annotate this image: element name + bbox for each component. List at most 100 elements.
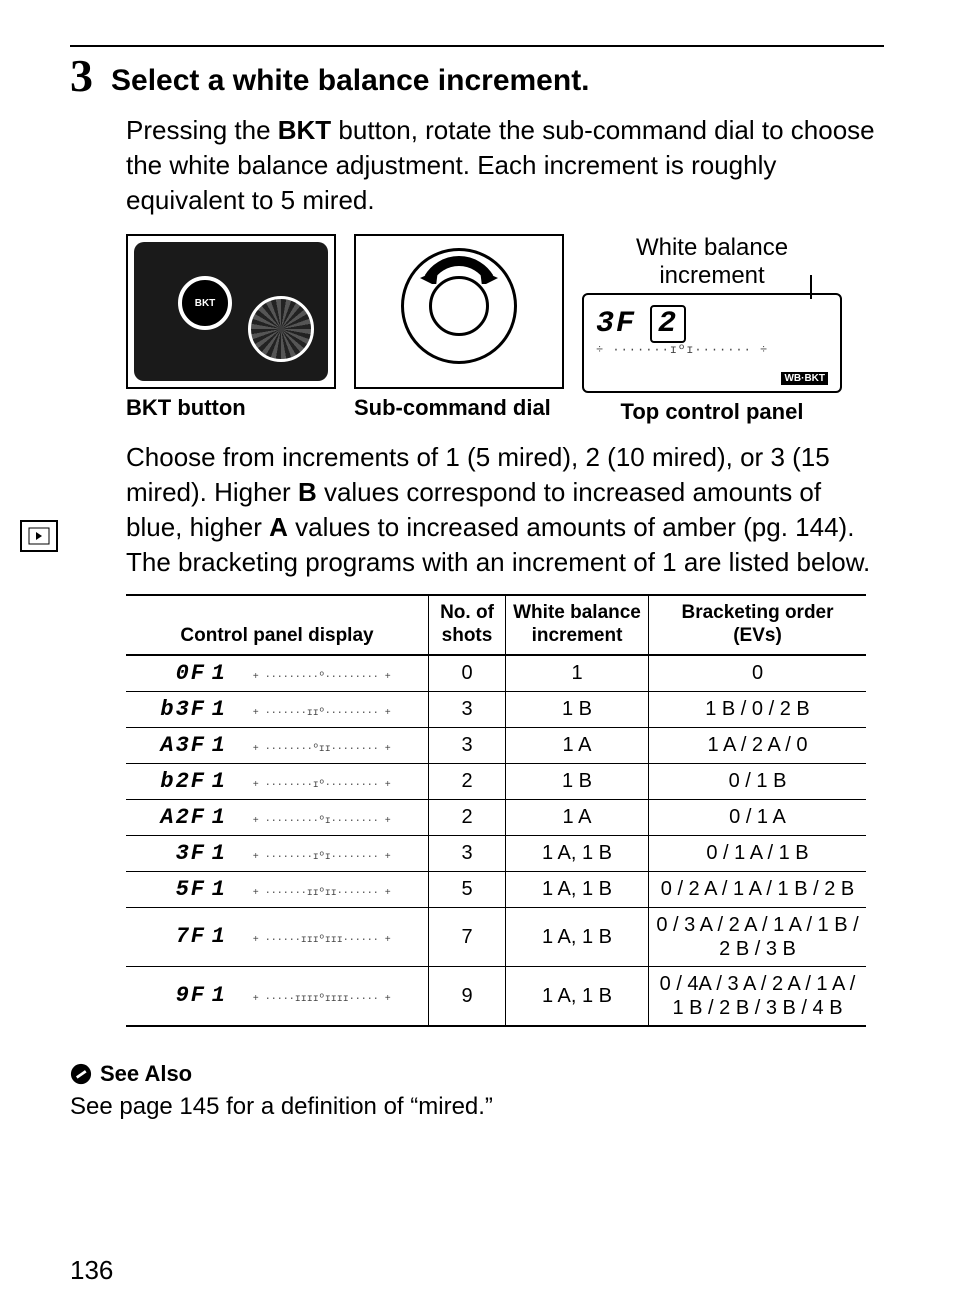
top-panel-caption: Top control panel bbox=[582, 399, 842, 425]
cell-order: 0 / 1 B bbox=[649, 763, 867, 799]
subcommand-image bbox=[354, 234, 564, 389]
th-order: Bracketing order (EVs) bbox=[649, 595, 867, 655]
cell-order: 0 / 1 A / 1 B bbox=[649, 835, 867, 871]
th-control-panel: Control panel display bbox=[126, 595, 429, 655]
table-row: 5F 1 + ·······ɪɪºɪɪ······· + 51 A, 1 B0 / … bbox=[126, 871, 866, 907]
bkt-image bbox=[126, 234, 336, 389]
paragraph-1: Pressing the BKT button, rotate the sub-… bbox=[126, 113, 884, 218]
th-shots: No. of shots bbox=[429, 595, 506, 655]
see-also-title: See Also bbox=[100, 1061, 192, 1087]
table-row: 0F 1+ ·········º········· +010 bbox=[126, 655, 866, 692]
paragraph-2: Choose from increments of 1 (5 mired), 2… bbox=[126, 440, 884, 580]
display-code: 7F bbox=[136, 924, 206, 949]
cell-wb: 1 A, 1 B bbox=[506, 871, 649, 907]
cell-order: 0 / 1 A bbox=[649, 799, 867, 835]
lcd-main: 3F bbox=[596, 307, 636, 341]
see-also: See Also See page 145 for a definition o… bbox=[70, 1061, 884, 1122]
table-row: 7F 1+ ······ɪɪɪºɪɪɪ······ +71 A, 1 B0 / … bbox=[126, 907, 866, 966]
page-number: 136 bbox=[70, 1255, 113, 1286]
pencil-icon bbox=[70, 1063, 92, 1085]
display-code: A2F bbox=[136, 805, 206, 830]
th-wb-increment: White balance increment bbox=[506, 595, 649, 655]
cell-order: 0 / 4A / 3 A / 2 A / 1 A / 1 B / 2 B / 3… bbox=[649, 966, 867, 1026]
bkt-button-icon bbox=[178, 276, 232, 330]
cell-shots: 2 bbox=[429, 763, 506, 799]
table-row: 3F 1 + ········ɪºɪ········ + 31 A, 1 B0 / … bbox=[126, 835, 866, 871]
wb-bkt-tag: WB·BKT bbox=[781, 372, 828, 385]
p2d: A bbox=[269, 512, 288, 542]
display-code: b3F bbox=[136, 697, 206, 722]
step-number: 3 bbox=[70, 53, 93, 99]
cell-wb: 1 A bbox=[506, 799, 649, 835]
display-scale: + ······ɪɪɪºɪɪɪ······ + bbox=[237, 935, 407, 946]
cell-shots: 3 bbox=[429, 691, 506, 727]
display-code: 0F bbox=[136, 661, 206, 686]
figure-lcd: White balance increment 3F 2 ÷ ·······ɪº… bbox=[582, 234, 842, 426]
display-scale: + ·········ºɪ········ + bbox=[237, 816, 407, 827]
display-inc: 1 bbox=[212, 983, 227, 1008]
display-code: 5F bbox=[136, 877, 206, 902]
cell-wb: 1 B bbox=[506, 763, 649, 799]
p2b: B bbox=[298, 477, 317, 507]
cell-wb: 1 A bbox=[506, 727, 649, 763]
rotate-arrow-icon bbox=[414, 240, 504, 284]
margin-icon bbox=[20, 520, 58, 552]
cell-wb: 1 B bbox=[506, 691, 649, 727]
table-row: A2F 1 + ·········ºɪ········ + 21 A0 / 1 A bbox=[126, 799, 866, 835]
table-row: b3F 1 + ·······ɪɪº········· + 31 B1 B / 0 … bbox=[126, 691, 866, 727]
lcd-panel: 3F 2 ÷ ·······ɪºɪ······· ÷ WB·BKT bbox=[582, 293, 842, 393]
display-scale: + ·······ɪɪºɪɪ······· + bbox=[237, 888, 407, 899]
para1-pre: Pressing the bbox=[126, 115, 278, 145]
display-code: 3F bbox=[136, 841, 206, 866]
display-inc: 1 bbox=[212, 733, 227, 758]
cell-shots: 7 bbox=[429, 907, 506, 966]
cell-order: 0 / 2 A / 1 A / 1 B / 2 B bbox=[649, 871, 867, 907]
cell-shots: 0 bbox=[429, 655, 506, 692]
display-scale: + ········ºɪɪ········ + bbox=[237, 744, 407, 755]
display-scale: + ·······ɪɪº········· + bbox=[237, 708, 407, 719]
top-rule bbox=[70, 45, 884, 47]
lcd-scale: ÷ ·······ɪºɪ······· ÷ bbox=[596, 343, 828, 357]
cell-order: 0 / 3 A / 2 A / 1 A / 1 B / 2 B / 3 B bbox=[649, 907, 867, 966]
display-scale: + ········ɪº········· + bbox=[237, 780, 407, 791]
cell-shots: 5 bbox=[429, 871, 506, 907]
table-row: 9F 1 + ·····ɪɪɪɪºɪɪɪɪ····· + 91 A, 1 B0 / … bbox=[126, 966, 866, 1026]
display-scale: + ·····ɪɪɪɪºɪɪɪɪ····· + bbox=[237, 994, 407, 1005]
display-inc: 1 bbox=[212, 877, 227, 902]
mode-dial-icon bbox=[248, 296, 314, 362]
figure-row: BKT button Sub-command dial White balanc… bbox=[126, 234, 884, 426]
display-code: b2F bbox=[136, 769, 206, 794]
lcd-wrap: 3F 2 ÷ ·······ɪºɪ······· ÷ WB·BKT bbox=[582, 293, 842, 393]
lcd-increment-box: 2 bbox=[650, 305, 686, 343]
display-inc: 1 bbox=[212, 769, 227, 794]
cell-shots: 3 bbox=[429, 835, 506, 871]
display-code: 9F bbox=[136, 983, 206, 1008]
cell-wb: 1 A, 1 B bbox=[506, 835, 649, 871]
display-scale: + ·········º········· + bbox=[237, 672, 407, 683]
display-scale: + ········ɪºɪ········ + bbox=[237, 852, 407, 863]
table-row: b2F 1 + ········ɪº········· + 21 B0 / 1 B bbox=[126, 763, 866, 799]
display-inc: 1 bbox=[212, 841, 227, 866]
cell-order: 1 B / 0 / 2 B bbox=[649, 691, 867, 727]
page: 3 Select a white balance increment. Pres… bbox=[0, 0, 954, 1314]
step-title: Select a white balance increment. bbox=[111, 63, 590, 99]
bracketing-table: Control panel display No. of shots White… bbox=[126, 594, 866, 1027]
display-inc: 1 bbox=[212, 924, 227, 949]
cell-shots: 9 bbox=[429, 966, 506, 1026]
figure-subcommand: Sub-command dial bbox=[354, 234, 564, 426]
bkt-caption: BKT button bbox=[126, 395, 336, 421]
cell-shots: 2 bbox=[429, 799, 506, 835]
display-inc: 1 bbox=[212, 805, 227, 830]
cell-order: 0 bbox=[649, 655, 867, 692]
cell-wb: 1 A, 1 B bbox=[506, 966, 649, 1026]
cell-wb: 1 bbox=[506, 655, 649, 692]
display-inc: 1 bbox=[212, 661, 227, 686]
lcd-label: White balance increment bbox=[582, 234, 842, 289]
bkt-label: BKT bbox=[278, 115, 331, 145]
subcommand-caption: Sub-command dial bbox=[354, 395, 564, 421]
display-inc: 1 bbox=[212, 697, 227, 722]
step-header: 3 Select a white balance increment. bbox=[70, 53, 884, 99]
see-also-text: See page 145 for a definition of “mired.… bbox=[70, 1091, 884, 1122]
display-code: A3F bbox=[136, 733, 206, 758]
cell-shots: 3 bbox=[429, 727, 506, 763]
